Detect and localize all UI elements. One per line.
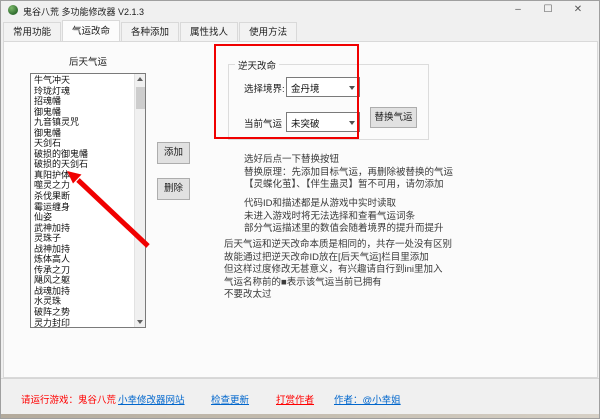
luck-list-item[interactable]: 灵珠子 — [31, 233, 134, 244]
luck-list-item[interactable]: 破阵之势 — [31, 307, 134, 318]
luck-list-item[interactable]: 御鬼幡 — [31, 128, 134, 139]
instruction-line: 部分气运描述里的数值会随着境界的提升而提升 — [244, 223, 444, 236]
luck-list-item[interactable]: 噬灵之力 — [31, 180, 134, 191]
replace-luck-button[interactable]: 替换气运 — [370, 107, 417, 128]
luck-list-item[interactable]: 飓风之躯 — [31, 275, 134, 286]
instruction-block-1: 选好后点一下替换按钮替换原理：先添加目标气运，再删除被替换的气运【灵蝶化茧】、【… — [244, 154, 453, 192]
delete-button[interactable]: 删除 — [157, 178, 190, 200]
luck-list-item[interactable]: 天剑石 — [31, 138, 134, 149]
check-update-link[interactable]: 检查更新 — [211, 392, 249, 406]
running-game-status: 请运行游戏：鬼谷八荒 — [21, 392, 116, 406]
realm-select-dropdown[interactable]: 金丹境 — [286, 77, 360, 97]
luck-list-item[interactable]: 破损的天剑石 — [31, 159, 134, 170]
luck-list-item[interactable]: 玲珑灯魂 — [31, 86, 134, 97]
current-luck-label: 当前气运 — [244, 116, 282, 130]
instruction-line: 【灵蝶化茧】、【伴生蛊灵】暂不可用，请勿添加 — [244, 179, 453, 192]
luck-list-item[interactable]: 御鬼幡 — [31, 107, 134, 118]
instruction-line: 后天气运和逆天改命本质是相同的，共存一处没有区别 — [224, 239, 452, 252]
luck-list-item[interactable]: 杀伐果断 — [31, 191, 134, 202]
luck-list-item[interactable]: 仙姿 — [31, 212, 134, 223]
add-button[interactable]: 添加 — [157, 142, 190, 164]
minimize-button[interactable]: – — [503, 1, 533, 19]
luck-list-item[interactable]: 霉运缠身 — [31, 202, 134, 213]
modifier-site-link[interactable]: 小幸修改器网站 — [118, 392, 185, 406]
tab-luck-change[interactable]: 气运改命 — [62, 20, 120, 41]
scrollbar-up-icon[interactable] — [135, 74, 146, 85]
luck-list-item[interactable]: 牛气冲天 — [31, 75, 134, 86]
luck-list-item[interactable]: 九音镇灵咒 — [31, 117, 134, 128]
current-luck-value: 未突破 — [291, 116, 320, 130]
luck-list-item[interactable]: 破损的御鬼幡 — [31, 149, 134, 160]
scrollbar-down-icon[interactable] — [135, 316, 146, 327]
instruction-line: 代码ID和描述都是从游戏中实时读取 — [244, 198, 444, 211]
instruction-line: 未进入游戏时将无法选择和查看气运词条 — [244, 211, 444, 224]
instruction-line: 故能通过把逆天改命ID放在[后天气运]栏目里添加 — [224, 252, 452, 265]
app-window: 鬼谷八荒 多功能修改器 V2.1.3 – ☐ ✕ 常用功能 气运改命 各种添加 … — [0, 0, 600, 419]
instruction-line: 不要改太过 — [224, 289, 452, 302]
luck-list-items: 牛气冲天玲珑灯魂招魂幡御鬼幡九音镇灵咒御鬼幡天剑石破损的御鬼幡破损的天剑石真阳护… — [31, 75, 134, 327]
luck-list-item[interactable]: 武神加持 — [31, 223, 134, 234]
chevron-down-icon — [349, 121, 355, 125]
luck-list-item[interactable]: 真阳护体 — [31, 170, 134, 181]
current-luck-dropdown[interactable]: 未突破 — [286, 112, 360, 132]
tab-various-add[interactable]: 各种添加 — [121, 22, 179, 41]
close-button[interactable]: ✕ — [563, 1, 593, 19]
scrollbar[interactable] — [134, 74, 145, 327]
window-title: 鬼谷八荒 多功能修改器 V2.1.3 — [23, 5, 144, 18]
fate-change-group-title: 逆天改命 — [235, 58, 279, 72]
instruction-line: 替换原理：先添加目标气运，再删除被替换的气运 — [244, 167, 453, 180]
instruction-line: 但这样过度修改无甚意义，有兴趣请自行到ini里加入 — [224, 264, 452, 277]
luck-list-item[interactable]: 战魂加持 — [31, 286, 134, 297]
luck-list-item[interactable]: 传承之刀 — [31, 265, 134, 276]
instruction-block-2: 代码ID和描述都是从游戏中实时读取未进入游戏时将无法选择和查看气运词条部分气运描… — [244, 198, 444, 236]
instruction-line: 气运名称前的■表示该气运当前已拥有 — [224, 277, 452, 290]
tab-bar: 常用功能 气运改命 各种添加 属性找人 使用方法 — [3, 20, 298, 41]
tab-attribute-find[interactable]: 属性找人 — [180, 22, 238, 41]
luck-list-item[interactable]: 水灵珠 — [31, 296, 134, 307]
realm-select-value: 金丹境 — [291, 81, 320, 95]
instruction-block-3: 后天气运和逆天改命本质是相同的，共存一处没有区别故能通过把逆天改命ID放在[后天… — [224, 239, 452, 302]
title-bar: 鬼谷八荒 多功能修改器 V2.1.3 – ☐ ✕ — [1, 1, 599, 19]
app-icon — [8, 5, 18, 15]
instruction-line: 选好后点一下替换按钮 — [244, 154, 453, 167]
maximize-button[interactable]: ☐ — [533, 1, 563, 19]
luck-list-item[interactable]: 灵力封印 — [31, 318, 134, 327]
realm-select-label: 选择境界: — [244, 81, 285, 95]
desktop-edge — [1, 414, 599, 419]
luck-list-item[interactable]: 炼体高人 — [31, 254, 134, 265]
tab-page-luck-change: 后天气运 牛气冲天玲珑灯魂招魂幡御鬼幡九音镇灵咒御鬼幡天剑石破损的御鬼幡破损的天… — [3, 41, 598, 378]
luck-list-item[interactable]: 招魂幡 — [31, 96, 134, 107]
donate-author-link[interactable]: 打赏作者 — [276, 392, 314, 406]
author-link[interactable]: 作者：@小幸姐 — [334, 392, 401, 406]
scrollbar-thumb[interactable] — [136, 87, 145, 109]
luck-list-item[interactable]: 战神加持 — [31, 244, 134, 255]
luck-listbox[interactable]: 牛气冲天玲珑灯魂招魂幡御鬼幡九音镇灵咒御鬼幡天剑石破损的御鬼幡破损的天剑石真阳护… — [30, 73, 146, 328]
luck-list-label: 后天气运 — [30, 54, 146, 68]
status-bar: 请运行游戏：鬼谷八荒 小幸修改器网站 检查更新 打赏作者 作者：@小幸姐 — [1, 378, 599, 414]
chevron-down-icon — [349, 86, 355, 90]
tab-common-functions[interactable]: 常用功能 — [3, 22, 61, 41]
tab-usage[interactable]: 使用方法 — [239, 22, 297, 41]
